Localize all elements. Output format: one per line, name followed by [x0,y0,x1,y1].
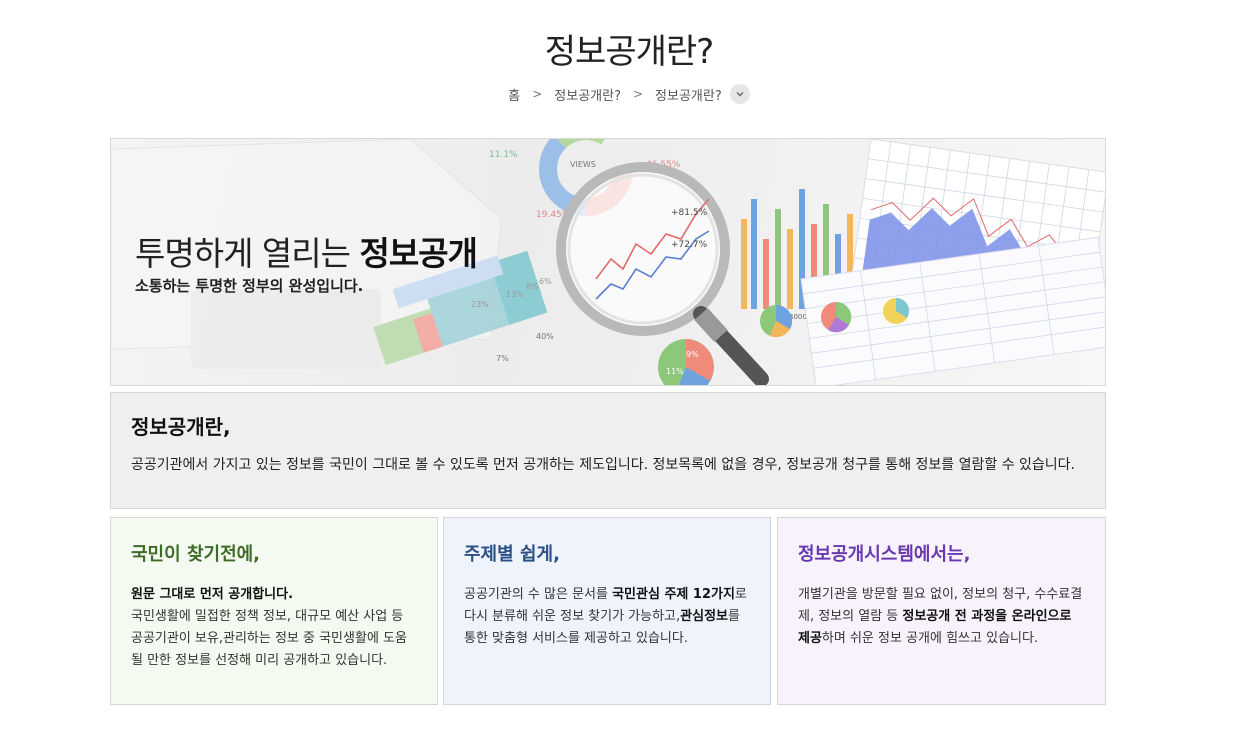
chart-label: +72.7% [671,240,708,250]
breadcrumb-current: 정보공개란? [655,88,722,104]
breadcrumb-dropdown-button[interactable] [729,84,750,104]
card-body: 원문 그대로 먼저 공개합니다. 국민생활에 밀접한 정책 정보, 대규모 예산… [131,584,417,672]
feature-card-proactive: 국민이 찾기전에, 원문 그대로 먼저 공개합니다. 국민생활에 밀접한 정책 … [110,517,438,705]
chevron-down-icon [736,92,744,97]
hero-banner: 11.1% VIEWS 46.55% 19.45% 4000 5000 [110,138,1106,386]
chart-label: 9% [686,350,699,359]
intro-body: 공공기관에서 가지고 있는 정보를 국민이 그대로 볼 수 있도록 먼저 공개하… [131,457,1076,473]
card-heading: 정보공개시스템에서는, [798,544,971,565]
intro-box: 정보공개란, 공공기관에서 가지고 있는 정보를 국민이 그대로 볼 수 있도록… [110,392,1106,509]
card-text: 공공기관의 수 많은 문서를 [464,587,613,602]
breadcrumb-separator: > [532,87,543,101]
chart-label: 11% [666,367,684,376]
feature-card-topics: 주제별 쉽게, 공공기관의 수 많은 문서를 국민관심 주제 12가지로 다시 … [443,517,771,705]
chart-label: VIEWS [570,160,596,169]
banner-headline-plain: 투명하게 열리는 [135,234,360,273]
chart-label: 8% [526,282,539,291]
card-body: 개별기관을 방문할 필요 없이, 정보의 청구, 수수료결제, 정보의 열람 등… [798,584,1085,650]
feature-card-system: 정보공개시스템에서는, 개별기관을 방문할 필요 없이, 정보의 청구, 수수료… [777,517,1106,705]
card-text: 국민생활에 밀접한 정책 정보, 대규모 예산 사업 등 공공기관이 보유,관리… [131,609,407,668]
card-heading: 주제별 쉽게, [464,544,560,565]
breadcrumb-home[interactable]: 홈 [508,85,520,104]
chart-label: 40% [536,332,554,341]
breadcrumb-level1[interactable]: 정보공개란? [554,85,621,104]
chart-label: 23% [471,300,489,309]
chart-label: +81.5% [671,208,708,218]
breadcrumb: 홈 > 정보공개란? > 정보공개란? [0,84,1258,104]
breadcrumb-separator: > [632,87,644,101]
card-lead: 원문 그대로 먼저 공개합니다. [131,587,294,602]
card-heading: 국민이 찾기전에, [131,544,261,565]
chart-label: 6% [539,277,552,286]
card-emphasis: 국민관심 주제 12가지 [612,587,735,602]
card-emphasis: 관심정보 [680,609,728,624]
chart-label: 7% [496,354,509,363]
banner-headline-bold: 정보공개 [359,234,478,273]
intro-heading: 정보공개란, [131,415,231,439]
card-text: 하며 쉬운 정보 공개에 힘쓰고 있습니다. [821,631,1039,646]
chart-label: 13% [506,290,524,299]
card-body: 공공기관의 수 많은 문서를 국민관심 주제 12가지로 다시 분류해 쉬운 정… [464,584,750,650]
chart-label: 11.1% [489,150,518,160]
page-title: 정보공개란? [544,32,714,72]
banner-headline: 투명하게 열리는 정보공개 [135,227,478,275]
banner-subline: 소통하는 투명한 정부의 완성입니다. [135,277,364,295]
